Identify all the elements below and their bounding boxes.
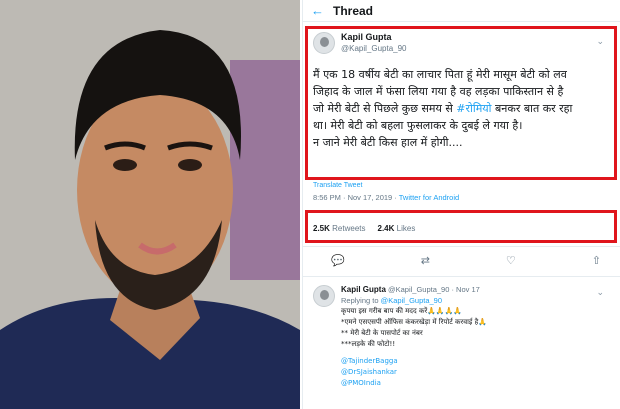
author-name[interactable]: Kapil Gupta	[341, 32, 407, 43]
tweet-stats: 2.5K Retweets 2.4K Likes	[313, 224, 415, 233]
person-photo	[0, 0, 300, 409]
reply-author-handle: @Kapil_Gupta_90 · Nov 17	[387, 285, 480, 294]
author-handle: @Kapil_Gupta_90	[341, 44, 407, 53]
mention-link[interactable]: @TajinderBagga	[341, 356, 611, 367]
avatar[interactable]	[313, 32, 335, 54]
divider	[303, 246, 620, 247]
retweet-icon[interactable]: ⇄	[421, 254, 430, 267]
chevron-down-icon[interactable]: ⌄	[596, 36, 604, 47]
twitter-thread-panel: ← Thread Kapil Gupta @Kapil_Gupta_90 ⌄ म…	[302, 0, 620, 409]
thread-header: ← Thread	[303, 0, 620, 22]
reply-icon[interactable]: 💬	[331, 254, 345, 267]
chevron-down-icon[interactable]: ⌄	[596, 287, 604, 298]
tweet-actions: 💬 ⇄ ♡ ⇧	[331, 254, 601, 267]
reply-tweet[interactable]: Kapil Gupta @Kapil_Gupta_90 · Nov 17 Rep…	[313, 285, 611, 389]
reply-text: कृपया इस गरीब बाप की मदद करें🙏🙏🙏🙏 *एमने …	[341, 306, 611, 389]
share-icon[interactable]: ⇧	[592, 254, 601, 267]
hashtag-link[interactable]: #रोमियो	[456, 102, 491, 115]
replying-to: Replying to @Kapil_Gupta_90	[341, 295, 443, 305]
like-count[interactable]: 2.4K Likes	[378, 224, 416, 233]
thread-title: Thread	[333, 3, 374, 18]
arrow-left-icon[interactable]: ←	[311, 3, 333, 18]
source-link[interactable]: Twitter for Android	[399, 193, 459, 202]
divider	[303, 276, 620, 277]
retweet-count[interactable]: 2.5K Retweets	[313, 224, 366, 233]
tweet-timestamp: 8:56 PM · Nov 17, 2019 · Twitter for And…	[313, 193, 460, 202]
tweet-author[interactable]: Kapil Gupta @Kapil_Gupta_90	[313, 32, 407, 54]
reply-author-name[interactable]: Kapil Gupta	[341, 285, 386, 294]
tweet-text: मैं एक 18 वर्षीय बेटी का लाचार पिता हूं …	[313, 68, 573, 149]
avatar[interactable]	[313, 285, 335, 307]
mention-link[interactable]: @DrSJaishankar	[341, 367, 611, 378]
like-icon[interactable]: ♡	[506, 254, 516, 267]
mention-link[interactable]: @PMOIndia	[341, 378, 611, 389]
translate-tweet-link[interactable]: Translate Tweet	[313, 182, 362, 189]
